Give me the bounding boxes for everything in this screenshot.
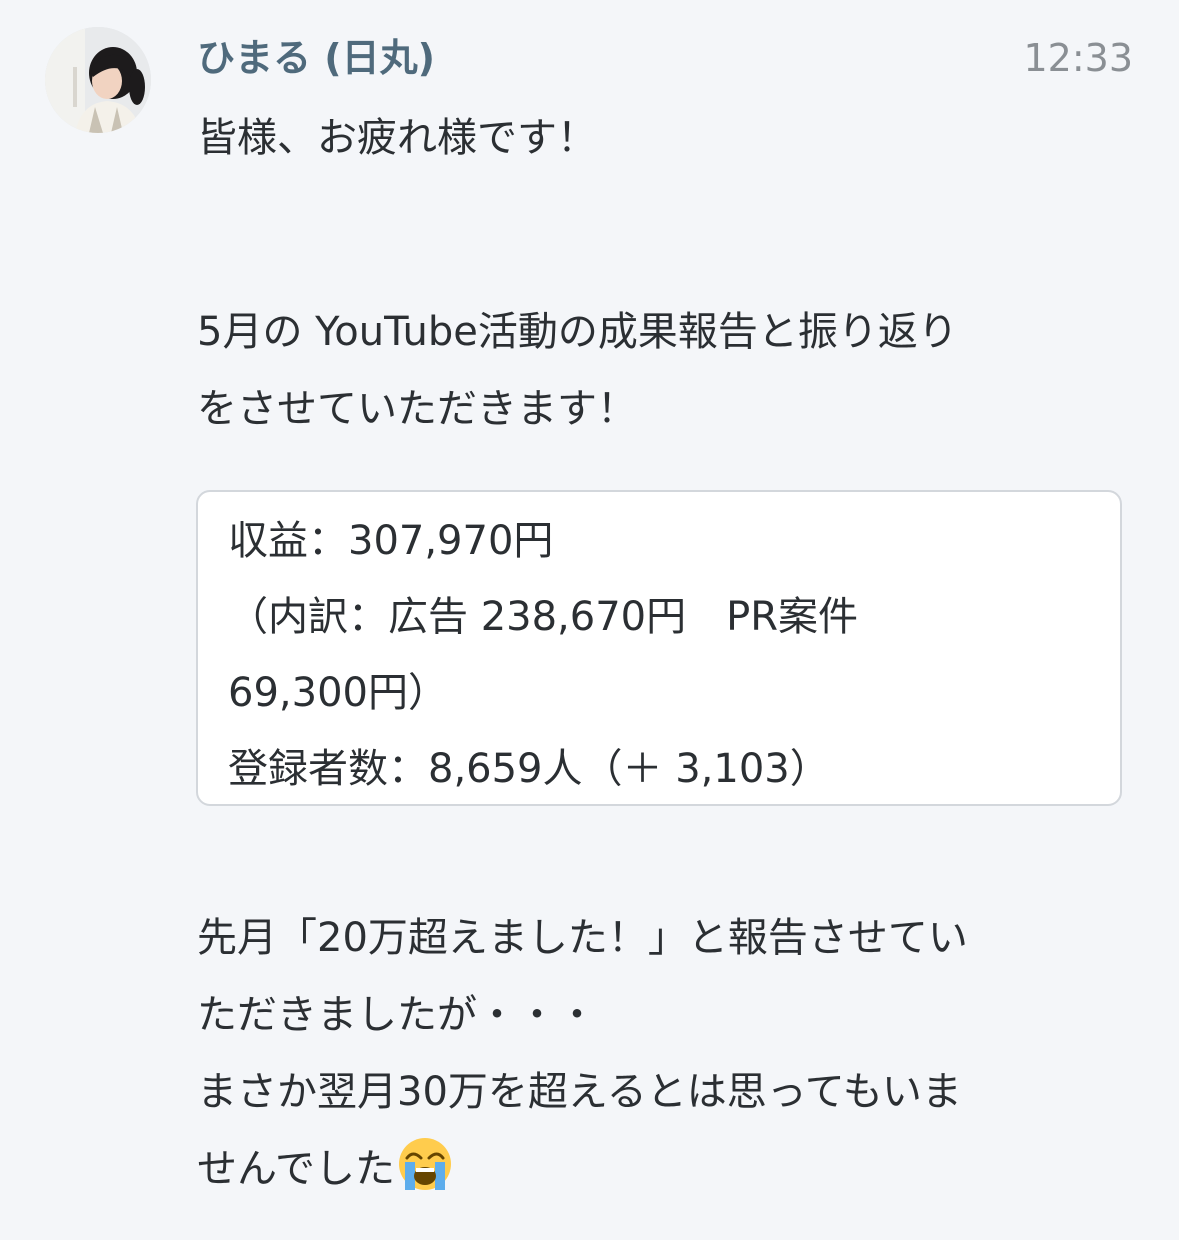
message-line-blank bbox=[197, 177, 1137, 254]
message-line: ただきましたが・・・ bbox=[197, 992, 597, 1038]
message-line: をさせていただきます！ bbox=[197, 386, 637, 432]
message-line-text: せんでした bbox=[197, 1146, 395, 1192]
card-line-revenue: 収益：307,970円 bbox=[228, 518, 554, 564]
card-line-breakdown-cont: 69,300円） bbox=[228, 670, 448, 716]
report-card: 収益：307,970円 （内訳：広告 238,670円 PR案件 69,300円… bbox=[196, 490, 1122, 806]
chat-message: ひまる (日丸) 12:33 皆様、お疲れ様です！ 5月の YouTube活動の… bbox=[0, 0, 1179, 1240]
sender-name[interactable]: ひまる (日丸) bbox=[197, 34, 435, 82]
card-line-breakdown: （内訳：広告 238,670円 PR案件 bbox=[228, 594, 859, 640]
loudly-crying-face-icon bbox=[397, 1136, 453, 1192]
message-line: 先月「20万超えました！」と報告させてい bbox=[197, 915, 968, 961]
message-line: 皆様、お疲れ様です！ bbox=[197, 115, 597, 161]
report-card-lines: 収益：307,970円 （内訳：広告 238,670円 PR案件 69,300円… bbox=[228, 503, 858, 807]
message-body-bottom: 先月「20万超えました！」と報告させてい ただきましたが・・・ まさか翌月30万… bbox=[197, 900, 1137, 1208]
avatar[interactable] bbox=[45, 27, 151, 133]
message-line-last: せんでした bbox=[197, 1131, 1137, 1208]
message-line-text: 5月の YouTube活動の成果報告と振り返り bbox=[197, 309, 958, 355]
message-time: 12:33 bbox=[1023, 36, 1133, 80]
message-body-top: 皆様、お疲れ様です！ 5月の YouTube活動の成果報告と振り返り をさせてい… bbox=[197, 100, 1137, 448]
message-line: 5月の YouTube活動の成果報告と振り返り bbox=[197, 294, 1137, 371]
card-line-subscribers: 登録者数：8,659人（＋ 3,103） bbox=[228, 746, 830, 792]
message-line: まさか翌月30万を超えるとは思ってもいま bbox=[197, 1069, 962, 1115]
profile-photo-icon bbox=[45, 27, 151, 133]
